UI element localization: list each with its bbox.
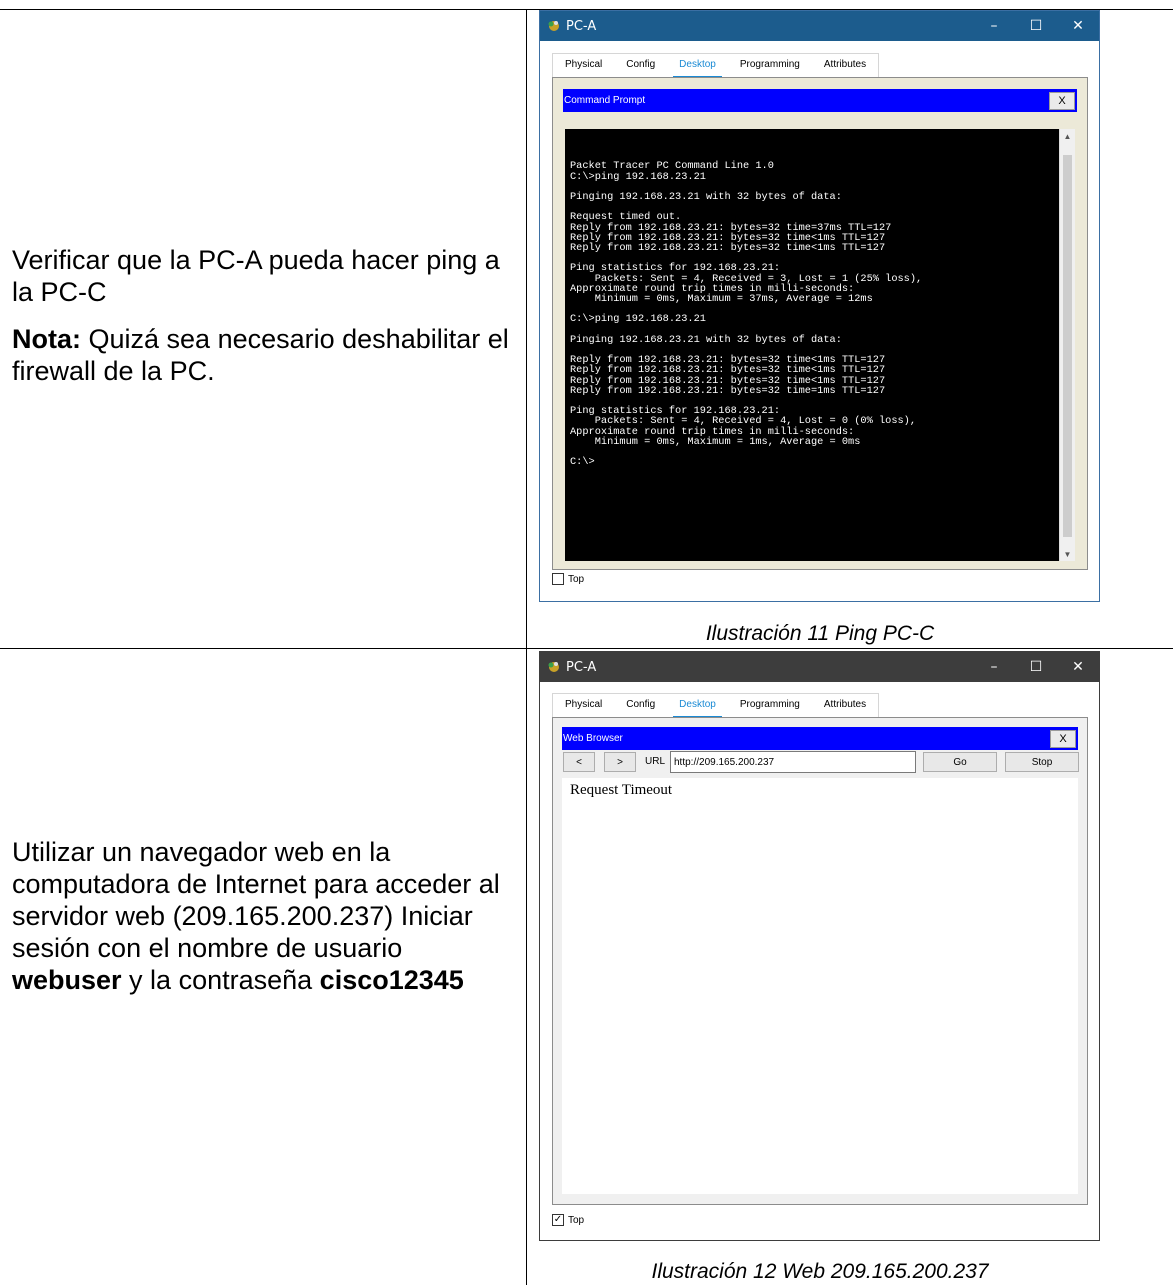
row2-instructions: Utilizar un navegador web en la computad… [12,836,512,996]
terminal-line: Pinging 192.168.23.21 with 32 bytes of d… [570,191,842,204]
tab-config[interactable]: Config [614,694,667,717]
window-title: PC-A [566,18,597,34]
back-button[interactable]: < [563,752,595,772]
pc-a-window-browser: PC-A – ☐ ✕ Physical Config Desktop Progr… [539,651,1100,1241]
app-close-button[interactable]: X [1049,92,1075,110]
row1-instruction-text: Verificar que la PC-A pueda hacer ping a… [12,245,500,307]
device-tabs: Physical Config Desktop Programming Attr… [552,53,880,79]
pc-a-window-cmd: PC-A – ☐ ✕ Physical Config Desktop Progr… [539,10,1100,602]
terminal-line: C:\>ping 192.168.23.21 [570,170,706,183]
terminal-scrollbar[interactable]: ▲ ▼ [1059,129,1075,561]
terminal-output[interactable]: Packet Tracer PC Command Line 1.0 C:\>pin… [565,129,1059,561]
note-label: Nota: [12,324,81,354]
app-title: Web Browser [563,733,623,744]
tab-attributes[interactable]: Attributes [812,54,878,77]
username-value: webuser [12,965,122,995]
table-row-divider [0,648,1173,649]
url-label: URL [645,756,666,767]
close-icon[interactable]: ✕ [1057,11,1099,41]
tab-physical[interactable]: Physical [553,694,614,717]
maximize-icon[interactable]: ☐ [1015,652,1057,682]
window-title: PC-A [566,659,597,675]
app-title: Command Prompt [564,95,646,106]
packet-tracer-pc-icon [546,659,562,675]
checkbox-icon[interactable]: ✓ [552,1214,564,1226]
scroll-up-icon[interactable]: ▲ [1060,129,1075,143]
note-text: Quizá sea necesario deshabilitar el fire… [12,324,509,386]
top-label: Top [568,1214,585,1226]
terminal-line: C:\>ping 192.168.23.21 [570,313,706,326]
terminal-line: Reply from 192.168.23.21: bytes=32 time=… [570,384,886,397]
top-checkbox[interactable]: ✓ Top [552,1214,584,1226]
row2-text-1: Utilizar un navegador web en la computad… [12,837,500,963]
top-checkbox[interactable]: Top [552,573,584,585]
row2-instruction-paragraph: Utilizar un navegador web en la computad… [12,836,512,996]
top-label: Top [568,573,585,585]
page-content-text: Request Timeout [570,782,673,798]
url-input[interactable]: http://209.165.200.237 [670,751,916,773]
figure-caption-12: Ilustración 12 Web 209.165.200.237 [651,1260,989,1283]
password-value: cisco12345 [319,965,464,995]
scrollbar-thumb[interactable] [1063,155,1072,537]
table-column-divider [526,10,527,1285]
terminal-line: Pinging 192.168.23.21 with 32 bytes of d… [570,333,842,346]
row1-note: Nota: Quizá sea necesario deshabilitar e… [12,323,517,387]
close-icon[interactable]: ✕ [1057,652,1099,682]
app-titlebar: Web Browser [562,727,1078,750]
forward-button[interactable]: > [604,752,636,772]
stop-button[interactable]: Stop [1005,752,1079,772]
tab-programming[interactable]: Programming [728,694,812,717]
terminal-line: Reply from 192.168.23.21: bytes=32 time<… [570,242,886,255]
terminal-line: Minimum = 0ms, Maximum = 1ms, Average = … [570,435,861,448]
packet-tracer-pc-icon [546,18,562,34]
scroll-down-icon[interactable]: ▼ [1060,547,1075,561]
tab-config[interactable]: Config [614,54,667,77]
device-tabs: Physical Config Desktop Programming Attr… [552,693,880,719]
tab-desktop[interactable]: Desktop [667,694,728,719]
checkbox-icon[interactable] [552,573,564,585]
app-close-button[interactable]: X [1050,730,1076,748]
go-button[interactable]: Go [923,752,997,772]
tab-attributes[interactable]: Attributes [812,694,878,717]
tab-programming[interactable]: Programming [728,54,812,77]
app-titlebar: Command Prompt [563,89,1077,112]
window-titlebar[interactable]: PC-A – ☐ ✕ [540,11,1099,41]
tab-desktop[interactable]: Desktop [667,54,728,79]
row1-instructions: Verificar que la PC-A pueda hacer ping a… [12,244,517,387]
terminal-line: C:\> [570,456,595,469]
window-titlebar[interactable]: PC-A – ☐ ✕ [540,652,1099,682]
minimize-icon[interactable]: – [973,652,1015,682]
row2-text-2: y la contraseña [121,965,320,995]
browser-page[interactable]: Request Timeout [562,778,1078,1194]
desktop-panel: Web Browser X < > URL http://209.165.200… [552,717,1088,1205]
minimize-icon[interactable]: – [973,11,1015,41]
terminal-line: Minimum = 0ms, Maximum = 37ms, Average =… [570,293,873,306]
desktop-panel: Command Prompt X Packet Tracer PC Comman… [552,77,1088,570]
maximize-icon[interactable]: ☐ [1015,11,1057,41]
tab-physical[interactable]: Physical [553,54,614,77]
figure-caption-11: Ilustración 11 Ping PC-C [705,622,935,645]
